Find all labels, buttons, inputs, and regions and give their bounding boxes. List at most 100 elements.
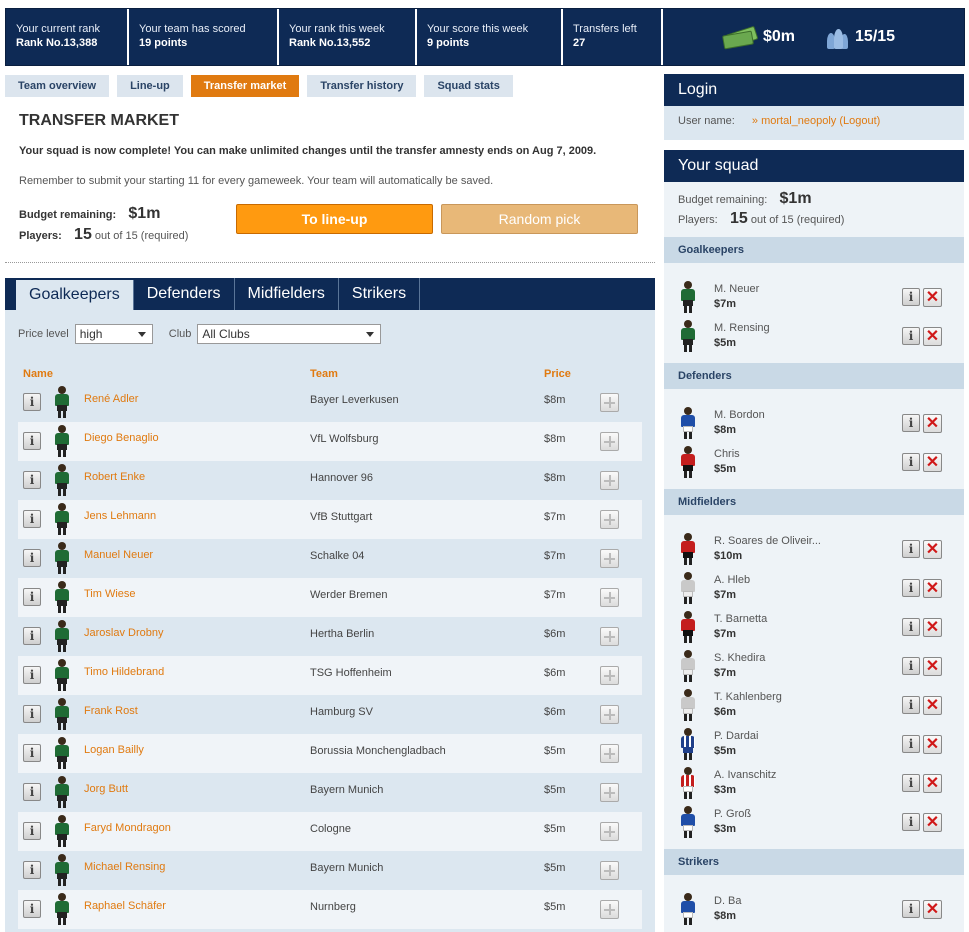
add-player-button[interactable] <box>600 588 619 607</box>
remove-player-button[interactable]: ✕ <box>923 618 942 637</box>
info-icon[interactable]: i <box>902 657 920 675</box>
player-name-link[interactable]: Frank Rost <box>84 705 138 717</box>
remove-player-button[interactable]: ✕ <box>923 414 942 433</box>
add-player-button[interactable] <box>600 900 619 919</box>
info-icon[interactable]: i <box>23 510 41 528</box>
remove-player-button[interactable]: ✕ <box>923 735 942 754</box>
player-kit-icon <box>680 572 696 604</box>
add-player-button[interactable] <box>600 510 619 529</box>
player-name-link[interactable]: Raphael Schäfer <box>84 900 166 912</box>
tab-midfielders[interactable]: Midfielders <box>235 278 339 310</box>
info-icon[interactable]: i <box>23 549 41 567</box>
player-name-link[interactable]: Timo Hildebrand <box>84 666 164 678</box>
info-icon[interactable]: i <box>23 393 41 411</box>
info-icon[interactable]: i <box>902 735 920 753</box>
price-level-select[interactable]: high <box>74 324 153 344</box>
stat-value: 27 <box>573 37 586 49</box>
info-icon[interactable]: i <box>902 288 920 306</box>
info-icon[interactable]: i <box>902 618 920 636</box>
add-player-button[interactable] <box>600 744 619 763</box>
remove-player-button[interactable]: ✕ <box>923 774 942 793</box>
info-icon[interactable]: i <box>23 705 41 723</box>
user-name-label: User name: <box>678 115 735 127</box>
column-header-name[interactable]: Name <box>23 368 53 380</box>
player-name-link[interactable]: Manuel Neuer <box>84 549 153 561</box>
info-icon[interactable]: i <box>23 627 41 645</box>
player-kit-icon <box>680 767 696 799</box>
info-icon[interactable]: i <box>902 540 920 558</box>
tab-squad-stats[interactable]: Squad stats <box>424 75 513 97</box>
player-name-link[interactable]: Logan Bailly <box>84 744 144 756</box>
info-icon[interactable]: i <box>902 696 920 714</box>
info-icon[interactable]: i <box>23 471 41 489</box>
player-name-link[interactable]: Jens Lehmann <box>84 510 156 522</box>
info-icon[interactable]: i <box>23 900 41 918</box>
player-kit-icon <box>680 281 696 313</box>
squad-player: T. Kahlenberg $6m i ✕ <box>664 685 964 724</box>
budget-label: Budget remaining: <box>19 209 117 221</box>
club-select[interactable]: All Clubs <box>197 324 382 344</box>
player-name-link[interactable]: Jaroslav Drobny <box>84 627 163 639</box>
add-player-button[interactable] <box>600 549 619 568</box>
add-player-button[interactable] <box>600 627 619 646</box>
add-player-button[interactable] <box>600 705 619 724</box>
remove-player-button[interactable]: ✕ <box>923 657 942 676</box>
player-price: $5m <box>544 745 566 757</box>
player-name-link[interactable]: Tim Wiese <box>84 588 136 600</box>
player-name-link[interactable]: Jorg Butt <box>84 783 128 795</box>
info-icon[interactable]: i <box>902 414 920 432</box>
remove-player-button[interactable]: ✕ <box>923 288 942 307</box>
info-icon[interactable]: i <box>902 774 920 792</box>
info-icon[interactable]: i <box>23 783 41 801</box>
random-pick-button[interactable]: Random pick <box>441 204 638 234</box>
remove-player-button[interactable]: ✕ <box>923 540 942 559</box>
remove-player-button[interactable]: ✕ <box>923 900 942 919</box>
player-name-link[interactable]: Robert Enke <box>84 471 145 483</box>
tab-defenders[interactable]: Defenders <box>134 278 235 310</box>
player-kit-icon <box>680 320 696 352</box>
squad-player-price: $3m <box>714 784 737 796</box>
add-player-button[interactable] <box>600 393 619 412</box>
add-player-button[interactable] <box>600 471 619 490</box>
tab-goalkeepers[interactable]: Goalkeepers <box>16 280 134 310</box>
player-name-link[interactable]: Michael Rensing <box>84 861 165 873</box>
add-player-button[interactable] <box>600 432 619 451</box>
add-player-button[interactable] <box>600 861 619 880</box>
player-name-link[interactable]: René Adler <box>84 393 138 405</box>
tab-line-up[interactable]: Line-up <box>117 75 183 97</box>
add-player-button[interactable] <box>600 666 619 685</box>
add-player-button[interactable] <box>600 783 619 802</box>
add-player-button[interactable] <box>600 822 619 841</box>
column-header-team[interactable]: Team <box>310 368 338 380</box>
remove-player-button[interactable]: ✕ <box>923 453 942 472</box>
tab-transfer-market[interactable]: Transfer market <box>190 75 300 97</box>
info-icon[interactable]: i <box>23 861 41 879</box>
info-icon[interactable]: i <box>23 432 41 450</box>
stat-score-week: Your score this week 9 points <box>417 9 563 65</box>
tab-strikers[interactable]: Strikers <box>339 278 421 310</box>
info-icon[interactable]: i <box>23 588 41 606</box>
tab-transfer-history[interactable]: Transfer history <box>307 75 417 97</box>
squad-player-price: $10m <box>714 550 743 562</box>
info-icon[interactable]: i <box>902 453 920 471</box>
logout-link[interactable]: » mortal_neopoly (Logout) <box>752 115 880 127</box>
player-name-link[interactable]: Diego Benaglio <box>84 432 159 444</box>
info-icon[interactable]: i <box>902 327 920 345</box>
remove-player-button[interactable]: ✕ <box>923 696 942 715</box>
player-name-link[interactable]: Faryd Mondragon <box>84 822 171 834</box>
info-icon[interactable]: i <box>902 579 920 597</box>
remove-player-button[interactable]: ✕ <box>923 579 942 598</box>
info-icon[interactable]: i <box>23 744 41 762</box>
info-icon[interactable]: i <box>902 813 920 831</box>
info-icon[interactable]: i <box>23 822 41 840</box>
remove-player-button[interactable]: ✕ <box>923 813 942 832</box>
squad-budget-value: $1m <box>779 190 812 207</box>
squad-section-header: Midfielders <box>664 489 964 515</box>
remove-player-button[interactable]: ✕ <box>923 327 942 346</box>
tab-team-overview[interactable]: Team overview <box>5 75 110 97</box>
info-icon[interactable]: i <box>23 666 41 684</box>
column-header-price[interactable]: Price <box>544 368 571 380</box>
to-lineup-button[interactable]: To line-up <box>236 204 433 234</box>
info-icon[interactable]: i <box>902 900 920 918</box>
squad-player: S. Khedira $7m i ✕ <box>664 646 964 685</box>
